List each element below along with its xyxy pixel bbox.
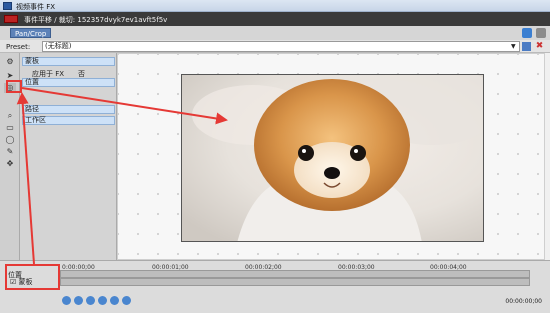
annotation-arrows — [16, 87, 228, 265]
